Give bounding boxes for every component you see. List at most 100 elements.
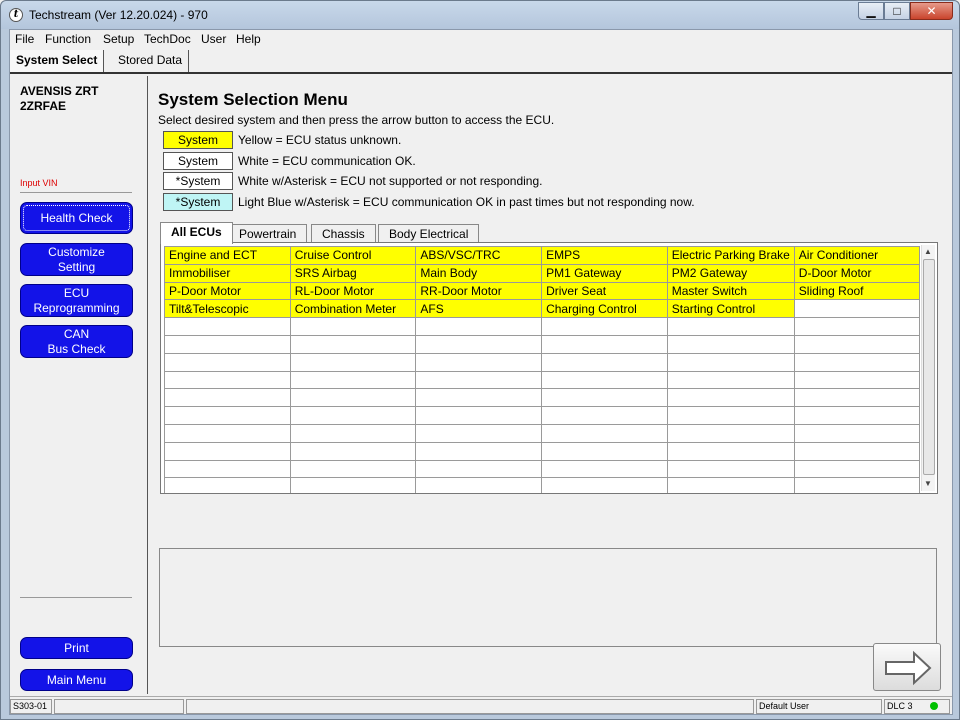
ecu-cell[interactable]: P-Door Motor [164, 281, 291, 301]
ecu-cell[interactable]: Charging Control [541, 299, 668, 319]
ecu-cell[interactable]: ABS/VSC/TRC [415, 246, 543, 265]
empty-cell [666, 370, 795, 390]
customize-setting-button[interactable]: Customize Setting [20, 243, 133, 276]
tab-body-electrical[interactable]: Body Electrical [378, 224, 480, 244]
empty-cell [793, 370, 921, 390]
empty-cell [793, 477, 921, 493]
ecu-cell[interactable]: Sliding Roof [793, 281, 921, 301]
ecu-cell[interactable]: PM2 Gateway [666, 263, 795, 283]
tab-stored-data[interactable]: Stored Data [112, 50, 190, 72]
table-row [164, 388, 921, 408]
scroll-thumb[interactable] [923, 259, 935, 475]
table-row [164, 370, 921, 390]
menu-function[interactable]: Function [45, 32, 91, 46]
next-arrow-button[interactable] [873, 643, 941, 691]
message-area [159, 548, 937, 647]
maximize-button[interactable]: □ [884, 2, 910, 20]
empty-cell [164, 406, 291, 425]
legend-box-white: System [163, 152, 233, 170]
scroll-down-icon[interactable]: ▼ [924, 479, 932, 488]
empty-cell [289, 334, 417, 354]
empty-cell [164, 370, 291, 390]
can-bus-check-button[interactable]: CAN Bus Check [20, 325, 133, 358]
table-row [164, 317, 921, 336]
empty-cell [164, 423, 291, 443]
menu-user[interactable]: User [201, 32, 226, 46]
ecu-cell[interactable]: PM1 Gateway [541, 263, 668, 283]
status-code: S303-01 [10, 699, 52, 714]
ecu-grid-scrollbar[interactable]: ▲ ▼ [921, 245, 935, 491]
empty-cell [793, 441, 921, 461]
ecu-cell[interactable]: Tilt&Telescopic [164, 299, 291, 319]
empty-cell [541, 370, 668, 390]
main-menu-button[interactable]: Main Menu [20, 669, 133, 691]
empty-cell [164, 441, 291, 461]
empty-cell [289, 406, 417, 425]
ecu-cell[interactable]: Cruise Control [289, 246, 417, 265]
legend-text-white: White = ECU communication OK. [238, 154, 416, 168]
status-field [54, 699, 184, 714]
ecu-cell[interactable]: EMPS [541, 246, 668, 265]
ecu-cell[interactable]: Engine and ECT [164, 246, 291, 265]
tab-system-select[interactable]: System Select [10, 50, 105, 72]
ecu-cell[interactable]: Master Switch [666, 281, 795, 301]
close-button[interactable]: ✕ [910, 2, 953, 20]
table-row [164, 459, 921, 479]
menu-help[interactable]: Help [236, 32, 261, 46]
empty-cell [666, 352, 795, 372]
empty-cell [666, 477, 795, 493]
minimize-button[interactable]: ▁ [858, 2, 884, 20]
ecu-cell[interactable]: Air Conditioner [793, 246, 921, 265]
empty-cell [164, 352, 291, 372]
window-title: Techstream (Ver 12.20.024) - 970 [29, 8, 208, 22]
client-area: File Function Setup TechDoc User Help Sy… [9, 29, 953, 715]
ecu-cell[interactable]: RR-Door Motor [415, 281, 543, 301]
health-check-button[interactable]: Health Check [20, 202, 133, 234]
ecu-cell[interactable]: Electric Parking Brake [666, 246, 795, 265]
vehicle-engine: 2ZRFAE [20, 99, 67, 113]
empty-cell [289, 423, 417, 443]
scroll-up-icon[interactable]: ▲ [924, 247, 932, 256]
ecu-reprogramming-button[interactable]: ECU Reprogramming [20, 284, 133, 317]
ecu-cell[interactable]: Combination Meter [289, 299, 417, 319]
ecu-cell [793, 299, 921, 319]
ecu-cell[interactable]: Immobiliser [164, 263, 291, 283]
ecu-grid-panel: Engine and ECT Cruise Control ABS/VSC/TRC E… [160, 242, 938, 494]
ecu-cell[interactable]: Starting Control [666, 299, 795, 319]
arrow-right-icon [885, 650, 932, 686]
ecu-cell[interactable]: AFS [415, 299, 543, 319]
empty-cell [289, 477, 417, 493]
ecu-cell[interactable]: Main Body [415, 263, 543, 283]
print-button[interactable]: Print [20, 637, 133, 659]
empty-cell [541, 423, 668, 443]
ecu-cell[interactable]: SRS Airbag [289, 263, 417, 283]
legend-box-yellow: System [163, 131, 233, 149]
empty-cell [793, 406, 921, 425]
tab-chassis[interactable]: Chassis [311, 224, 376, 244]
empty-cell [541, 388, 668, 408]
table-row: Engine and ECT Cruise Control ABS/VSC/TRC E… [164, 246, 921, 265]
menu-setup[interactable]: Setup [103, 32, 134, 46]
title-bar[interactable]: t Techstream (Ver 12.20.024) - 970 ▁ □ ✕ [1, 1, 959, 29]
menu-bar: File Function Setup TechDoc User Help [10, 30, 952, 48]
menu-file[interactable]: File [15, 32, 34, 46]
table-row [164, 352, 921, 372]
menu-techdoc[interactable]: TechDoc [144, 32, 191, 46]
category-tabs: All ECUs Powertrain Chassis Body Electri… [160, 222, 940, 244]
empty-cell [541, 459, 668, 479]
empty-cell [415, 352, 543, 372]
input-vin-label[interactable]: Input VIN [20, 178, 58, 188]
instruction-text: Select desired system and then press the… [158, 113, 555, 127]
empty-cell [793, 423, 921, 443]
tab-all-ecus[interactable]: All ECUs [160, 222, 233, 244]
empty-cell [289, 370, 417, 390]
legend-text-white-asterisk: White w/Asterisk = ECU not supported or … [238, 174, 543, 188]
table-row [164, 406, 921, 425]
ecu-cell[interactable]: D-Door Motor [793, 263, 921, 283]
empty-cell [415, 459, 543, 479]
dlc-status-indicator [930, 702, 938, 710]
table-row: Tilt&Telescopic Combination Meter AFS Charg… [164, 299, 921, 319]
tab-powertrain[interactable]: Powertrain [228, 224, 308, 244]
ecu-cell[interactable]: Driver Seat [541, 281, 668, 301]
ecu-cell[interactable]: RL-Door Motor [289, 281, 417, 301]
